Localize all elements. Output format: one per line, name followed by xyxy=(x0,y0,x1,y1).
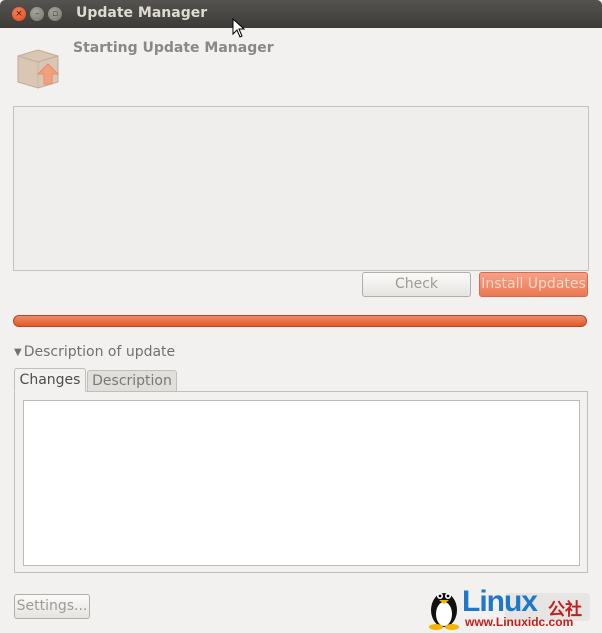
mouse-cursor-icon xyxy=(232,18,246,38)
expander-label: Description of update xyxy=(23,344,176,360)
tab-changes[interactable]: Changes xyxy=(14,368,86,392)
tab-description[interactable]: Description xyxy=(87,370,177,392)
maximize-window-button[interactable]: ▫ xyxy=(48,7,62,21)
settings-button[interactable]: Settings... xyxy=(14,594,90,619)
progress-bar xyxy=(13,315,587,327)
description-expander[interactable]: ▼ Description of update xyxy=(14,344,175,360)
close-window-button[interactable]: × xyxy=(12,7,26,21)
close-icon: × xyxy=(15,9,23,19)
status-heading: Starting Update Manager xyxy=(73,40,274,56)
title-bar[interactable]: × – ▫ Update Manager xyxy=(0,0,602,28)
updates-list[interactable] xyxy=(13,106,589,271)
tux-penguin-icon xyxy=(429,593,459,630)
install-updates-button[interactable]: Install Updates xyxy=(479,272,588,297)
minimize-window-button[interactable]: – xyxy=(30,7,44,21)
minimize-icon: – xyxy=(34,9,40,19)
maximize-icon: ▫ xyxy=(51,9,59,19)
expander-arrow-icon: ▼ xyxy=(14,347,22,358)
check-button[interactable]: Check xyxy=(362,272,471,297)
watermark-url: www.Linuxidc.com xyxy=(465,615,574,629)
changes-text-view[interactable] xyxy=(23,400,580,566)
window-title: Update Manager xyxy=(76,5,208,21)
package-upgrade-icon xyxy=(17,49,60,89)
watermark-brand: Linux xyxy=(462,585,538,618)
